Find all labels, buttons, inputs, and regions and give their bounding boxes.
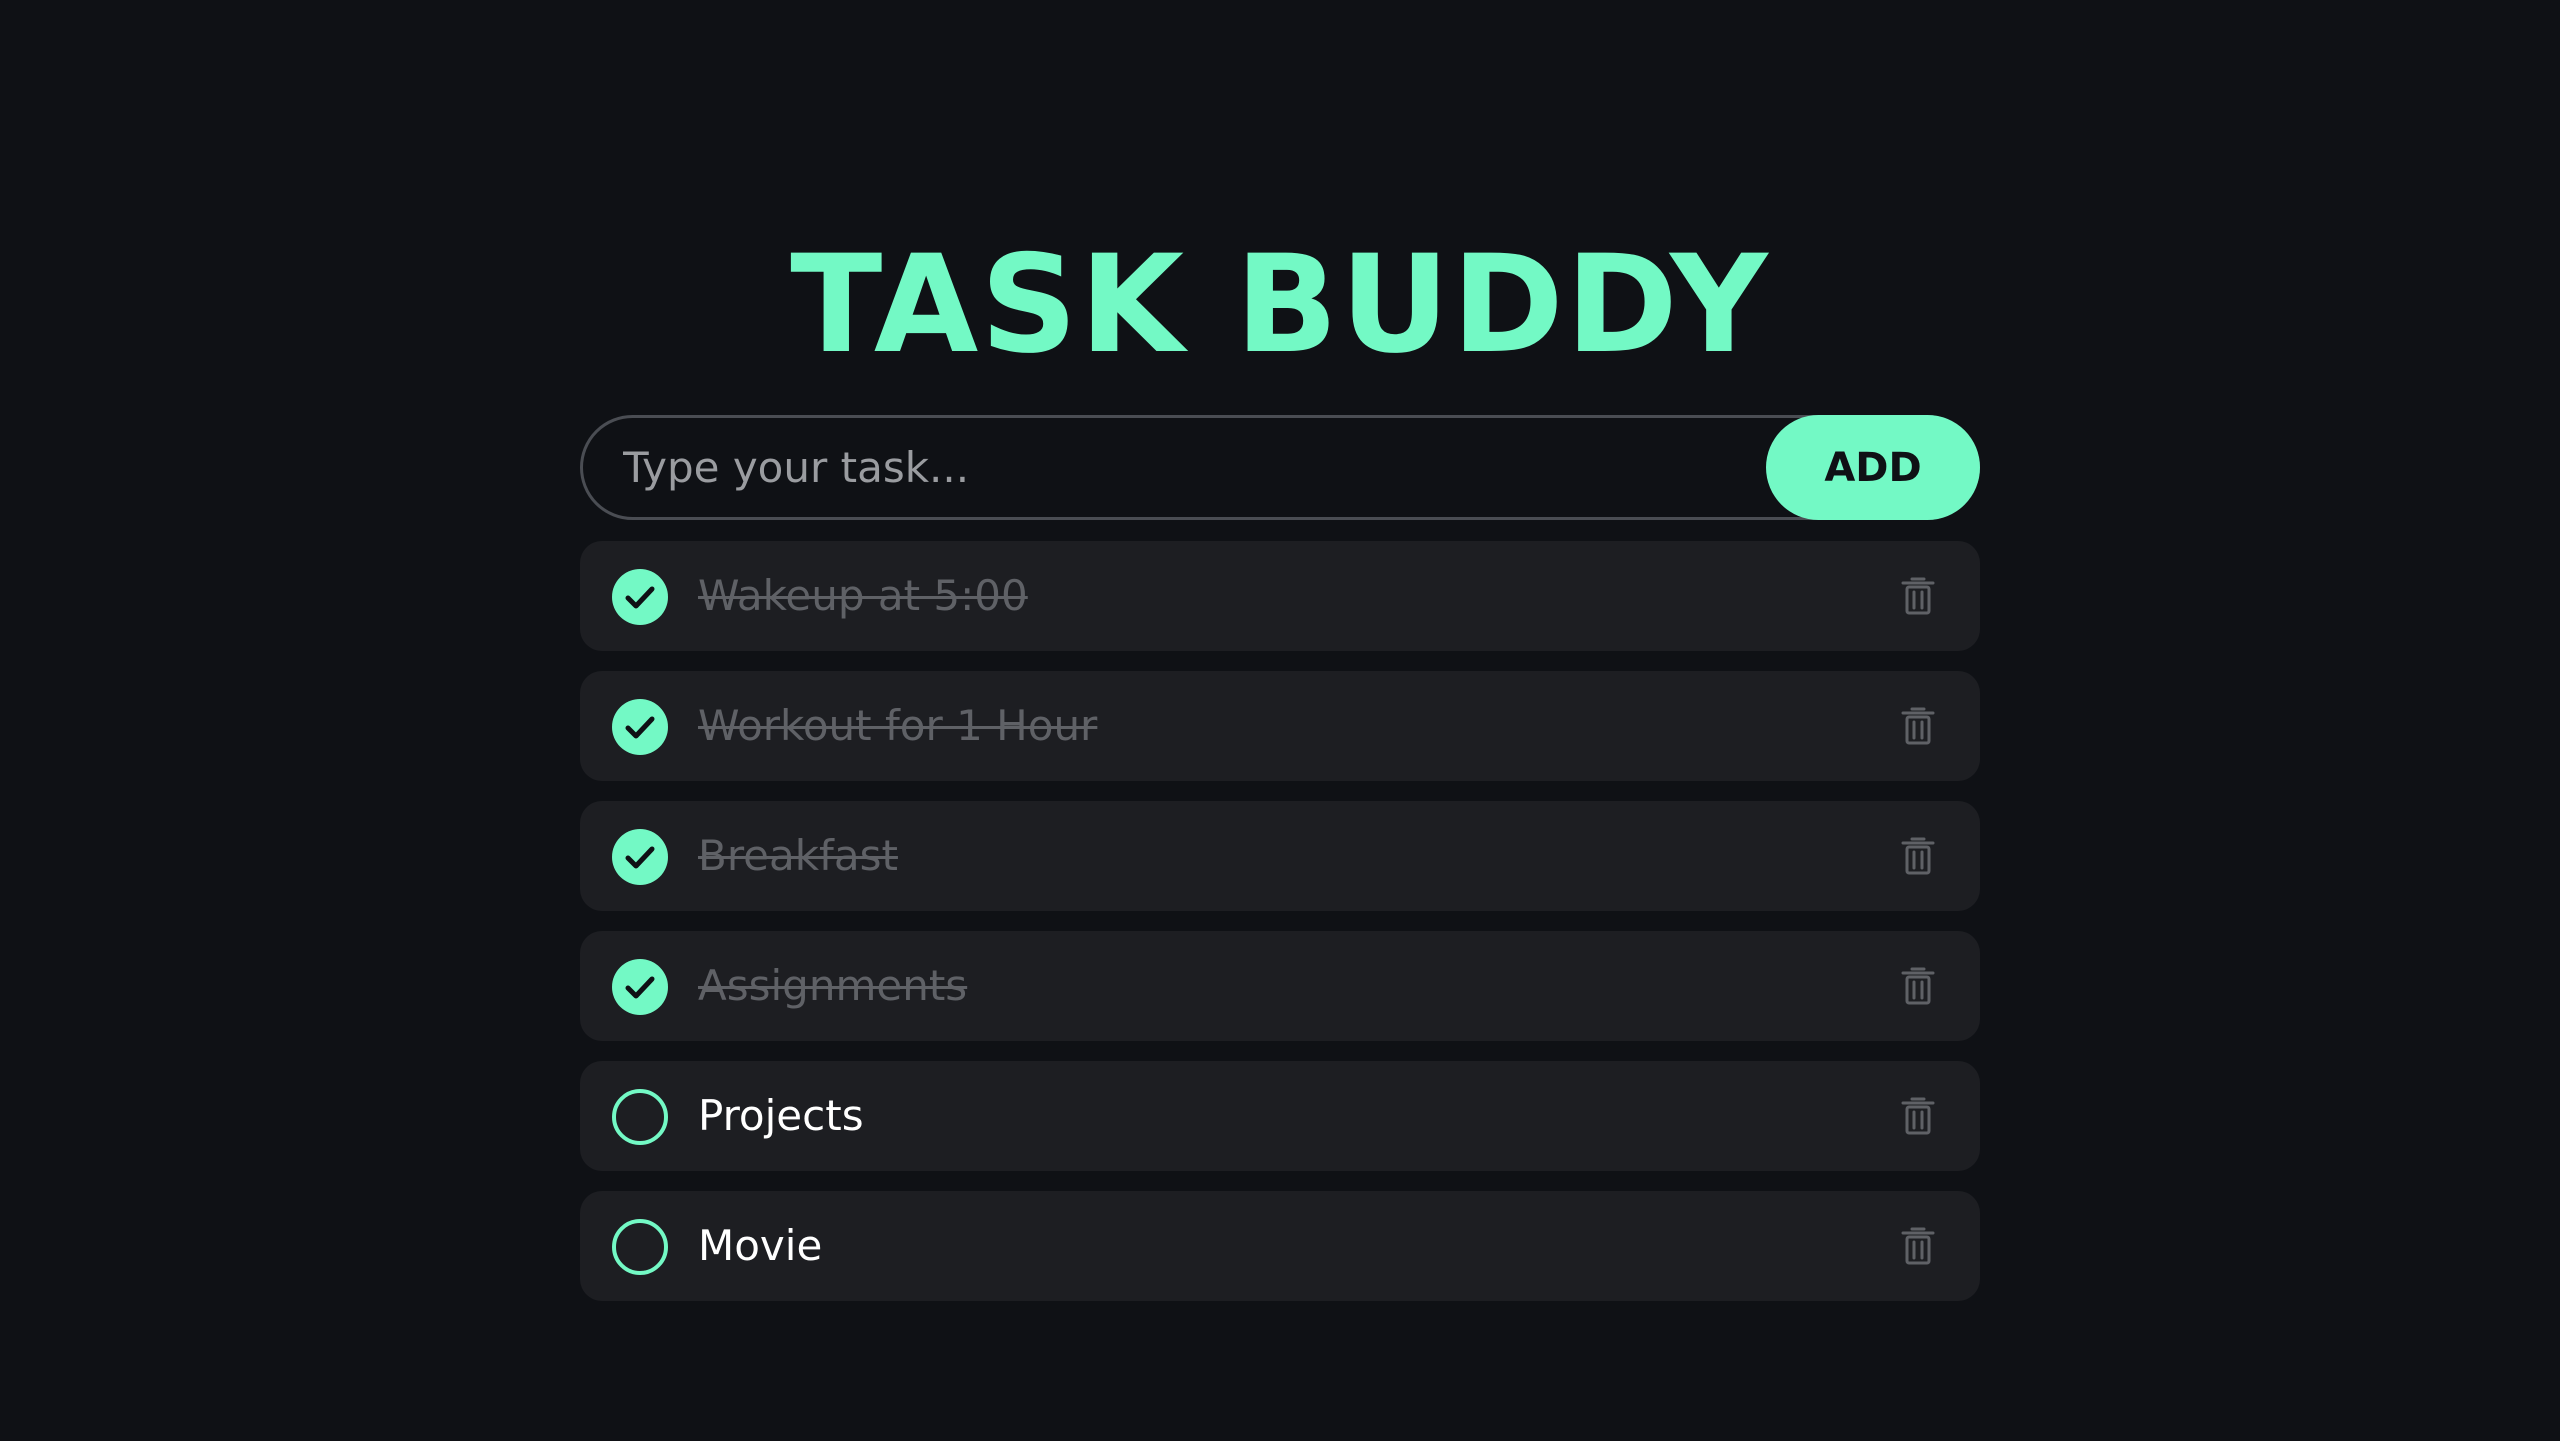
- task-text: Projects: [698, 1091, 864, 1140]
- task-input-row: ADD: [580, 415, 1980, 520]
- trash-icon[interactable]: [1898, 966, 1938, 1006]
- add-button[interactable]: ADD: [1766, 415, 1980, 520]
- task-item: Projects: [580, 1061, 1980, 1171]
- trash-icon[interactable]: [1898, 1096, 1938, 1136]
- check-icon[interactable]: [612, 829, 668, 885]
- trash-icon[interactable]: [1898, 1226, 1938, 1266]
- trash-icon[interactable]: [1898, 576, 1938, 616]
- check-icon[interactable]: [612, 569, 668, 625]
- trash-icon[interactable]: [1898, 706, 1938, 746]
- check-icon[interactable]: [612, 959, 668, 1015]
- task-item: Wakeup at 5:00: [580, 541, 1980, 651]
- task-text: Assignments: [698, 961, 968, 1010]
- task-text: Workout for 1 Hour: [698, 701, 1098, 750]
- task-text: Breakfast: [698, 831, 898, 880]
- task-item: Movie: [580, 1191, 1980, 1301]
- app-title: TASK BUDDY: [790, 226, 1770, 383]
- trash-icon[interactable]: [1898, 836, 1938, 876]
- task-list: Wakeup at 5:00 Workout for 1 Hour Breakfas…: [580, 541, 1980, 1321]
- task-text: Wakeup at 5:00: [698, 571, 1028, 620]
- task-item: Workout for 1 Hour: [580, 671, 1980, 781]
- circle-icon[interactable]: [612, 1219, 668, 1275]
- circle-icon[interactable]: [612, 1089, 668, 1145]
- task-item: Breakfast: [580, 801, 1980, 911]
- task-text: Movie: [698, 1221, 823, 1270]
- task-item: Assignments: [580, 931, 1980, 1041]
- check-icon[interactable]: [612, 699, 668, 755]
